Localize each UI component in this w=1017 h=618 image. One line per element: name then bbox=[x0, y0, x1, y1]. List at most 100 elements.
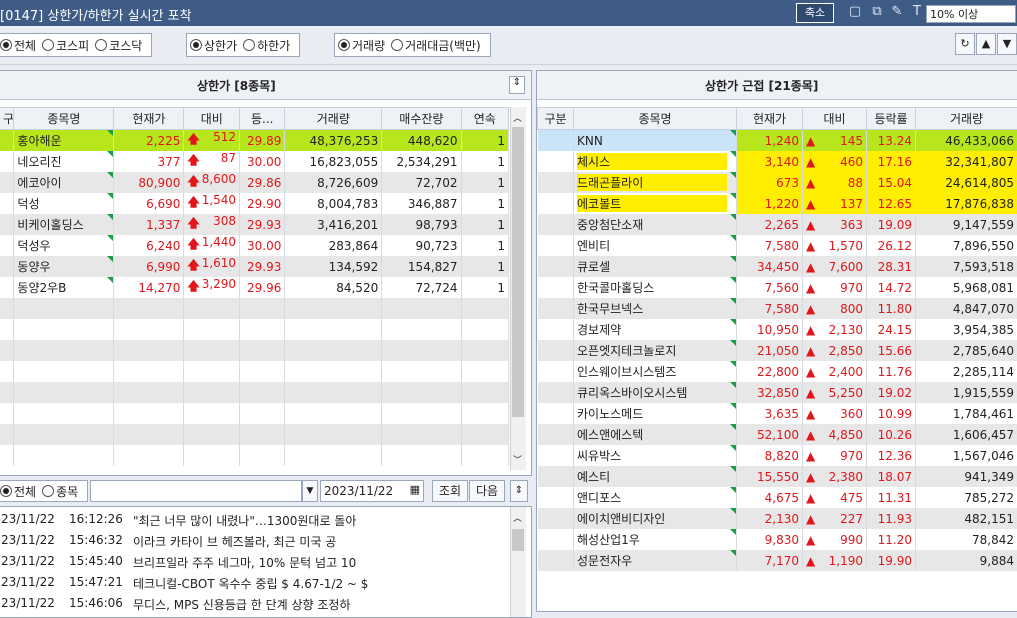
table-row[interactable] bbox=[0, 361, 509, 382]
scroll-down-icon[interactable]: ﹀ bbox=[513, 453, 522, 466]
stock-name-cell[interactable]: 한국무브넥스 bbox=[574, 298, 737, 319]
table-row[interactable]: 체시스3,140▲46017.1632,341,807 bbox=[538, 151, 1017, 172]
stock-name-cell[interactable]: 카이노스메드 bbox=[574, 403, 737, 424]
stock-name-cell[interactable]: 한국콜마홀딩스 bbox=[574, 277, 737, 298]
table-row[interactable]: 드래곤플라이673▲8815.0424,614,805 bbox=[538, 172, 1017, 193]
table-row[interactable]: 에코아이80,900🡅8,60029.868,726,60972,7021 bbox=[0, 172, 509, 193]
news-scroll-up-icon[interactable]: ︿ bbox=[513, 511, 522, 524]
news-item[interactable]: 23/11/2215:45:40브리프일라 주주 네그마, 10% 문턱 넘고 … bbox=[0, 551, 519, 572]
news-option-stock[interactable]: 종목 bbox=[42, 483, 78, 500]
table-row[interactable]: 한국콜마홀딩스7,560▲97014.725,968,081 bbox=[538, 277, 1017, 298]
pin-icon[interactable]: ✎ bbox=[888, 4, 906, 19]
stock-name-cell[interactable]: 해성산업1우 bbox=[574, 529, 737, 550]
stock-name-cell[interactable]: 비케이홀딩스 bbox=[14, 214, 114, 235]
stock-name-cell[interactable]: 덕성 bbox=[14, 193, 114, 214]
table-row[interactable]: 중앙첨단소재2,265▲36319.099,147,559 bbox=[538, 214, 1017, 235]
market-option-all[interactable]: 전체 bbox=[0, 37, 36, 54]
left-column-header[interactable]: 구분 bbox=[0, 108, 14, 130]
stock-name-cell[interactable]: 드래곤플라이 bbox=[574, 172, 737, 193]
stock-name-cell[interactable]: 에코볼트 bbox=[574, 193, 737, 214]
table-row[interactable]: 해성산업1우9,830▲99011.2078,842 bbox=[538, 529, 1017, 550]
shrink-button[interactable]: 축소 bbox=[796, 3, 834, 23]
stock-name-cell[interactable]: 오픈엣지테크놀로지 bbox=[574, 340, 737, 361]
stock-name-cell[interactable]: 예스티 bbox=[574, 466, 737, 487]
right-column-header[interactable]: 종목명 bbox=[574, 108, 737, 130]
table-row[interactable]: 덕성6,690🡅1,54029.908,004,783346,8871 bbox=[0, 193, 509, 214]
stock-name-cell[interactable]: 에이치앤비디자인 bbox=[574, 508, 737, 529]
right-column-header[interactable]: 구분 bbox=[538, 108, 574, 130]
table-row[interactable]: 카이노스메드3,635▲36010.991,784,461 bbox=[538, 403, 1017, 424]
left-column-header[interactable]: 종목명 bbox=[14, 108, 114, 130]
news-item[interactable]: 23/11/2215:47:21테크니컬-CBOT 옥수수 중립 $ 4.67-… bbox=[0, 572, 519, 593]
stock-name-cell[interactable]: 덕성우 bbox=[14, 235, 114, 256]
news-scrollbar[interactable]: ︿ bbox=[510, 507, 526, 617]
sort-toggle-icon[interactable]: ⇕ bbox=[509, 76, 525, 94]
scroll-thumb[interactable] bbox=[512, 127, 524, 417]
stock-name-cell[interactable]: KNN bbox=[574, 130, 737, 152]
table-row[interactable]: 큐로셀34,450▲7,60028.317,593,518 bbox=[538, 256, 1017, 277]
table-row[interactable] bbox=[0, 319, 509, 340]
stock-name-cell[interactable]: 홍아해운 bbox=[14, 130, 114, 152]
table-row[interactable]: 성문전자우7,170▲1,19019.909,884 bbox=[538, 550, 1017, 571]
stock-name-cell[interactable]: 네오리진 bbox=[14, 151, 114, 172]
table-row[interactable] bbox=[0, 424, 509, 445]
right-column-header[interactable]: 현재가 bbox=[737, 108, 803, 130]
stock-search-input[interactable] bbox=[90, 480, 302, 502]
table-row[interactable] bbox=[0, 403, 509, 424]
table-row[interactable] bbox=[0, 340, 509, 361]
limit-option-lower[interactable]: 하한가 bbox=[243, 37, 290, 54]
window-icon[interactable]: ⧉ bbox=[868, 4, 886, 19]
right-column-header[interactable]: 등락률 bbox=[867, 108, 916, 130]
left-column-header[interactable]: 거래량 bbox=[285, 108, 382, 130]
table-row[interactable]: 오픈엣지테크놀로지21,050▲2,85015.662,785,640 bbox=[538, 340, 1017, 361]
right-column-header[interactable]: 거래량 bbox=[916, 108, 1017, 130]
volume-option-amount[interactable]: 거래대금(백만) bbox=[391, 37, 481, 54]
stock-name-cell[interactable]: 에코아이 bbox=[14, 172, 114, 193]
table-row[interactable] bbox=[0, 445, 509, 466]
stock-name-cell[interactable]: 인스웨이브시스템즈 bbox=[574, 361, 737, 382]
table-row[interactable]: 큐리옥스바이오시스템32,850▲5,25019.021,915,559 bbox=[538, 382, 1017, 403]
table-row[interactable]: 동양2우B14,270🡅3,29029.9684,52072,7241 bbox=[0, 277, 509, 298]
left-column-header[interactable]: 연속 bbox=[461, 108, 508, 130]
table-row[interactable]: 엔비티7,580▲1,57026.127,896,550 bbox=[538, 235, 1017, 256]
table-row[interactable]: 앤디포스4,675▲47511.31785,272 bbox=[538, 487, 1017, 508]
news-item[interactable]: 23/11/2216:12:26"최근 너무 많이 내렸나"…1300원대로 돌… bbox=[0, 509, 519, 530]
left-column-header[interactable]: 현재가 bbox=[114, 108, 184, 130]
stock-name-cell[interactable]: 씨유박스 bbox=[574, 445, 737, 466]
left-column-header[interactable]: 매수잔량 bbox=[382, 108, 461, 130]
table-row[interactable]: KNN1,240▲14513.2446,433,066 bbox=[538, 130, 1017, 152]
stock-name-cell[interactable]: 큐로셀 bbox=[574, 256, 737, 277]
stock-name-cell[interactable]: 경보제약 bbox=[574, 319, 737, 340]
left-column-header[interactable]: 등... bbox=[240, 108, 285, 130]
stock-name-cell[interactable]: 동양2우B bbox=[14, 277, 114, 298]
table-row[interactable]: 네오리진377🡅8730.0016,823,0552,534,2911 bbox=[0, 151, 509, 172]
news-option-all[interactable]: 전체 bbox=[0, 483, 36, 500]
table-row[interactable] bbox=[0, 298, 509, 319]
calendar-icon[interactable]: ▦ bbox=[410, 483, 420, 496]
stock-name-cell[interactable]: 중앙첨단소재 bbox=[574, 214, 737, 235]
layout-icon[interactable]: ▢ bbox=[846, 4, 864, 19]
refresh-icon[interactable]: ↻ bbox=[955, 33, 975, 55]
table-row[interactable]: 에이치앤비디자인2,130▲22711.93482,151 bbox=[538, 508, 1017, 529]
table-row[interactable]: 덕성우6,240🡅1,44030.00283,86490,7231 bbox=[0, 235, 509, 256]
upper-limit-scrollbar[interactable]: ︿ ﹀ bbox=[510, 107, 526, 470]
table-row[interactable]: 에코볼트1,220▲13712.6517,876,838 bbox=[538, 193, 1017, 214]
news-item[interactable]: 23/11/2215:46:06무디스, MPS 신용등급 한 단계 상향 조정… bbox=[0, 593, 519, 614]
stock-name-cell[interactable]: 동양우 bbox=[14, 256, 114, 277]
table-row[interactable]: 씨유박스8,820▲97012.361,567,046 bbox=[538, 445, 1017, 466]
news-scroll-thumb[interactable] bbox=[512, 529, 524, 551]
table-row[interactable] bbox=[0, 382, 509, 403]
table-row[interactable]: 한국무브넥스7,580▲80011.804,847,070 bbox=[538, 298, 1017, 319]
table-row[interactable]: 홍아해운2,225🡅51229.8948,376,253448,6201 bbox=[0, 130, 509, 152]
table-row[interactable]: 인스웨이브시스템즈22,800▲2,40011.762,285,114 bbox=[538, 361, 1017, 382]
stock-name-cell[interactable]: 성문전자우 bbox=[574, 550, 737, 571]
next-button[interactable]: 다음 bbox=[469, 480, 505, 502]
search-button[interactable]: 조회 bbox=[432, 480, 468, 502]
stock-name-cell[interactable]: 엔비티 bbox=[574, 235, 737, 256]
table-row[interactable]: 예스티15,550▲2,38018.07941,349 bbox=[538, 466, 1017, 487]
news-item[interactable]: 23/11/2215:46:32이라크 카타이 브 헤즈볼라, 최근 미국 공 bbox=[0, 530, 519, 551]
date-input[interactable]: 2023/11/22 ▦ bbox=[320, 480, 424, 502]
table-row[interactable]: 동양우6,990🡅1,61029.93134,592154,8271 bbox=[0, 256, 509, 277]
up-arrow-icon[interactable]: ▲ bbox=[976, 33, 996, 55]
table-row[interactable]: 비케이홀딩스1,337🡅30829.933,416,20198,7931 bbox=[0, 214, 509, 235]
